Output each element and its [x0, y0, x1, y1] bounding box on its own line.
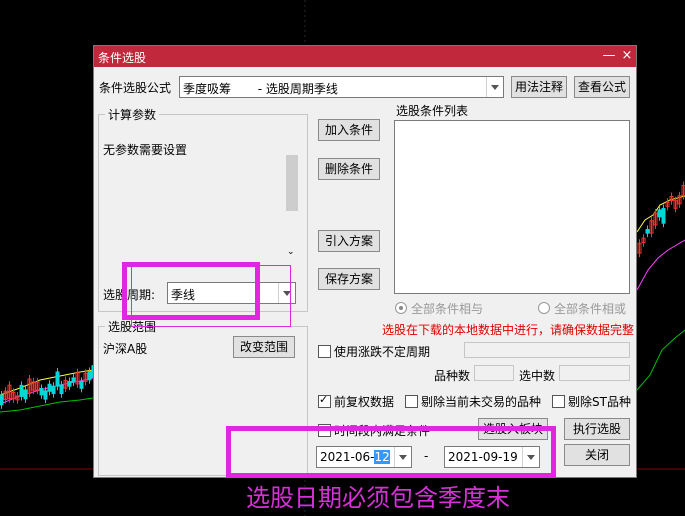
selected-count-field	[559, 365, 630, 381]
candle-body	[79, 380, 84, 389]
formula-select[interactable]: 季度吸筹 - 选股周期季线	[179, 76, 504, 98]
minimize-icon[interactable]: —	[602, 48, 616, 64]
exclude-st-label: 剔除ST品种	[568, 395, 631, 409]
close-icon[interactable]: ×	[620, 48, 634, 64]
uncertain-period-field[interactable]	[464, 342, 630, 358]
forward-adjust-label: 前复权数据	[334, 395, 395, 409]
execute-button[interactable]: 执行选股	[564, 418, 630, 440]
candle-body	[0, 394, 4, 406]
candles-right	[637, 181, 685, 258]
range-value: 沪深A股	[103, 342, 148, 356]
candle-body	[39, 387, 44, 396]
candle-body	[47, 383, 52, 392]
formula-label: 条件选股公式	[99, 81, 172, 95]
title-bar: 条件选股 — ×	[94, 46, 636, 67]
variety-count-label: 品种数	[434, 369, 471, 383]
conditions-list[interactable]	[394, 120, 630, 294]
all-or-radio[interactable]	[538, 302, 550, 314]
chevron-down-icon[interactable]: ⌄	[287, 247, 295, 257]
all-and-label: 全部条件相与	[411, 302, 484, 316]
exclude-untraded-label: 剔除当前未交易的品种	[421, 395, 542, 409]
all-or-label: 全部条件相或	[554, 302, 627, 316]
chevron-down-icon[interactable]	[486, 77, 503, 97]
candle-body	[55, 371, 60, 387]
highlight-period-outline	[131, 265, 291, 327]
change-range-button[interactable]: 改变范围	[233, 336, 295, 358]
candle-body	[23, 389, 28, 400]
candle-body	[67, 381, 72, 387]
exclude-st-checkbox[interactable]	[552, 395, 565, 408]
formula-value: 季度吸筹 - 选股周期季线	[183, 82, 338, 96]
forward-adjust-checkbox[interactable]	[318, 393, 331, 408]
selected-count-label: 选中数	[519, 369, 556, 383]
candle-body	[59, 384, 64, 395]
candle-body	[71, 377, 76, 383]
candle-body	[661, 207, 666, 224]
all-and-radio[interactable]	[395, 302, 407, 314]
variety-count-field	[474, 365, 514, 381]
close-button[interactable]: 关闭	[564, 444, 630, 466]
highlight-date-box	[226, 426, 556, 478]
candle-body	[645, 229, 650, 234]
dialog-title: 条件选股	[98, 51, 147, 65]
usage-notes-button[interactable]: 用法注释	[511, 76, 567, 98]
add-condition-button[interactable]: 加入条件	[318, 119, 380, 141]
candle-body	[51, 385, 56, 394]
delete-condition-button[interactable]: 删除条件	[318, 158, 380, 180]
candle-body	[19, 384, 24, 397]
uncertain-period-label: 使用涨跌不定周期	[334, 345, 431, 359]
params-text: 无参数需要设置	[103, 143, 188, 157]
view-formula-button[interactable]: 查看公式	[574, 76, 630, 98]
candle-body	[657, 209, 662, 218]
save-plan-button[interactable]: 保存方案	[318, 268, 380, 290]
conditions-list-label: 选股条件列表	[396, 104, 469, 118]
scrollbar-thumb[interactable]	[286, 155, 298, 211]
uncertain-period-checkbox[interactable]	[318, 345, 331, 358]
warning-text: 选股在下载的本地数据中进行，请确保数据完整	[382, 323, 635, 337]
exclude-untraded-checkbox[interactable]	[405, 395, 418, 408]
params-group-label: 计算参数	[105, 106, 160, 123]
candles-left	[0, 361, 96, 409]
annotation-caption: 选股日期必须包含季度末	[246, 484, 510, 512]
params-scrollbar[interactable]: ⌄	[285, 141, 299, 261]
candle-body	[43, 390, 48, 400]
import-plan-button[interactable]: 引入方案	[318, 230, 380, 252]
candle-body	[87, 371, 92, 381]
